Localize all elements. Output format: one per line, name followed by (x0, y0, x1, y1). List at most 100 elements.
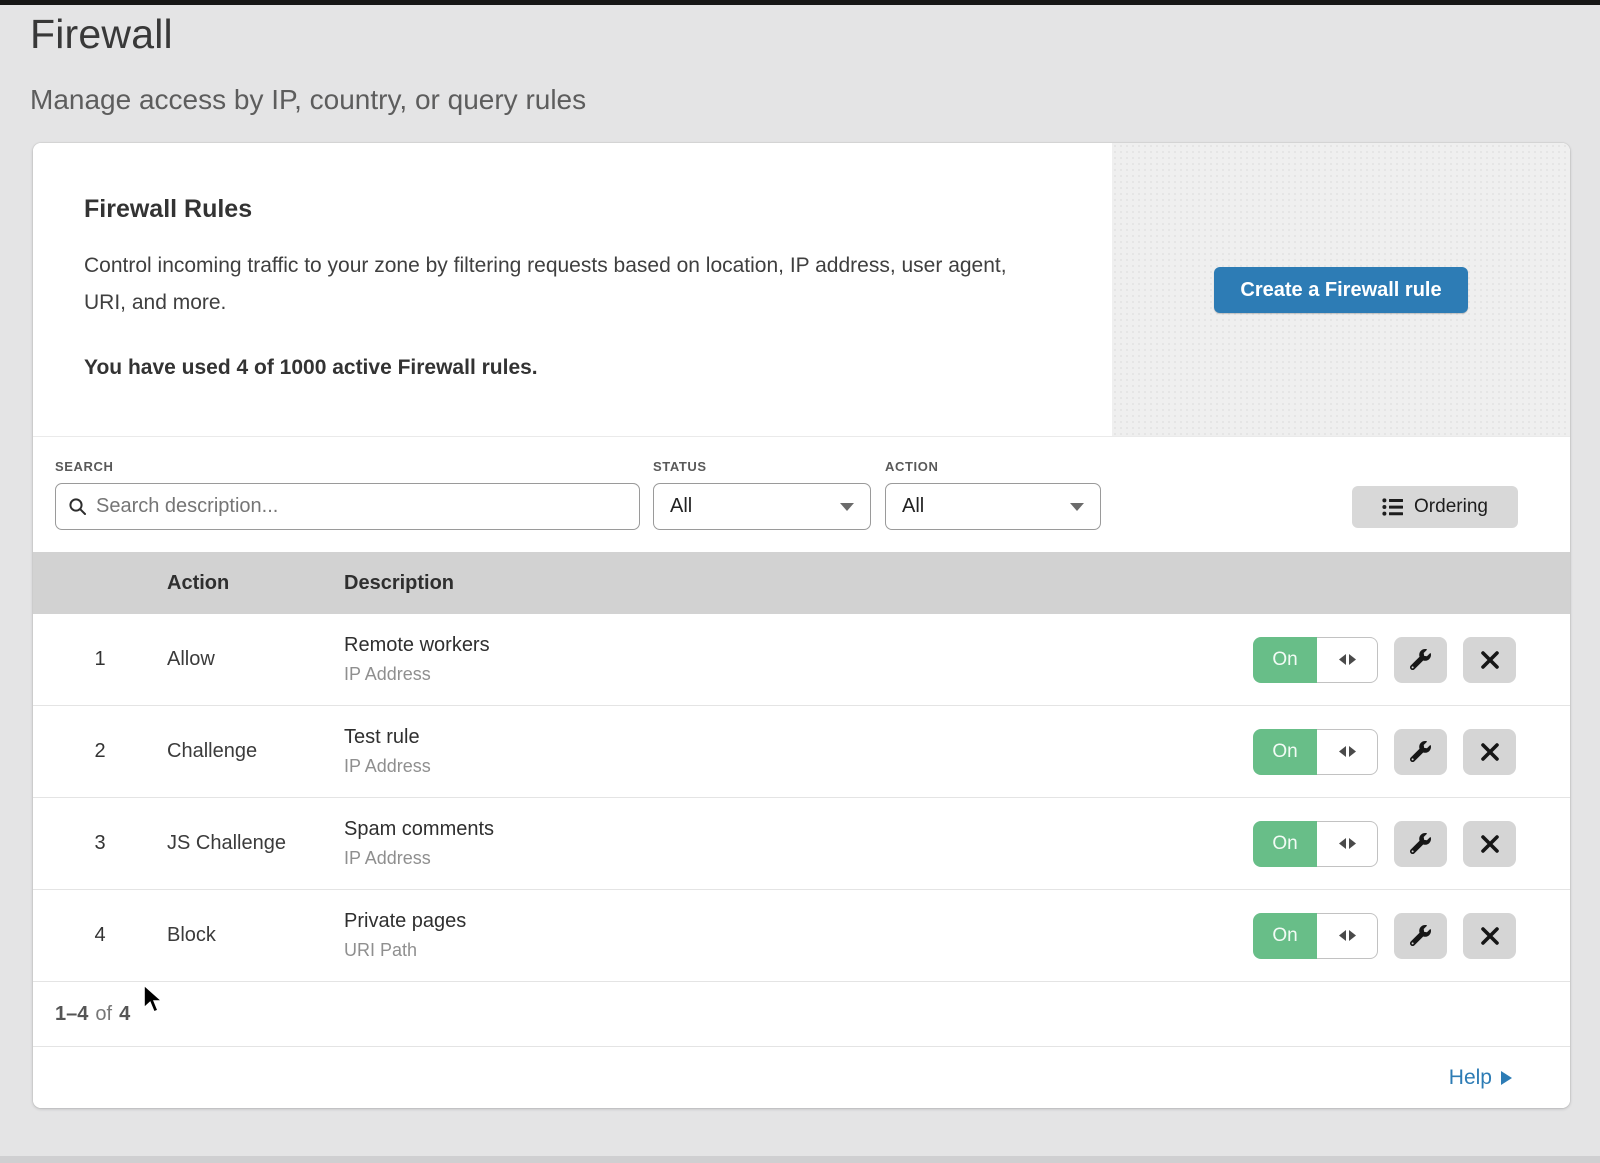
help-link-label: Help (1449, 1066, 1492, 1090)
table-row: 1 Allow Remote workers IP Address On (33, 614, 1570, 706)
toggle-arrows-icon (1339, 930, 1356, 941)
list-icon (1382, 497, 1404, 517)
search-filter-group: SEARCH (55, 459, 640, 530)
rule-action: Block (167, 924, 344, 947)
rule-enabled-toggle[interactable]: On (1253, 637, 1378, 683)
arrow-right-icon (1501, 1071, 1512, 1085)
edit-rule-button[interactable] (1394, 637, 1447, 683)
toggle-arrows-icon (1339, 654, 1356, 665)
create-firewall-rule-button[interactable]: Create a Firewall rule (1214, 267, 1467, 313)
help-link[interactable]: Help (1449, 1066, 1512, 1090)
hero-section: Firewall Rules Control incoming traffic … (33, 143, 1570, 437)
action-column-header: Action (167, 572, 344, 595)
status-select[interactable]: All (653, 483, 871, 530)
rule-description-cell: Remote workers IP Address (344, 634, 1253, 685)
delete-rule-button[interactable] (1463, 637, 1516, 683)
rule-enabled-toggle[interactable]: On (1253, 821, 1378, 867)
toggle-arrows-icon (1339, 746, 1356, 757)
delete-rule-button[interactable] (1463, 913, 1516, 959)
wrench-icon (1410, 649, 1431, 670)
status-select-value: All (670, 495, 692, 518)
toggle-on-label: On (1253, 821, 1317, 867)
toggle-knob (1317, 729, 1378, 775)
table-row: 2 Challenge Test rule IP Address On (33, 706, 1570, 798)
firewall-rules-card: Firewall Rules Control incoming traffic … (33, 143, 1570, 1108)
description-column-header: Description (344, 572, 1570, 595)
action-filter-group: ACTION All (871, 459, 1101, 530)
ordering-button-label: Ordering (1414, 496, 1488, 518)
toggle-on-label: On (1253, 637, 1317, 683)
rule-controls: On (1253, 729, 1516, 775)
status-filter-group: STATUS All (640, 459, 871, 530)
toggle-on-label: On (1253, 913, 1317, 959)
pagination-bar: 1–4 of 4 (33, 982, 1570, 1046)
hero-text-panel: Firewall Rules Control incoming traffic … (33, 143, 1112, 436)
action-select[interactable]: All (885, 483, 1101, 530)
rule-action: JS Challenge (167, 832, 344, 855)
close-icon (1481, 651, 1499, 669)
chevron-down-icon (1070, 503, 1084, 511)
rule-description-cell: Private pages URI Path (344, 910, 1253, 961)
filters-bar: SEARCH STATUS All ACTION All (33, 437, 1570, 552)
rule-description-cell: Spam comments IP Address (344, 818, 1253, 869)
rule-description: Private pages (344, 910, 1253, 933)
rule-match-type: URI Path (344, 940, 1253, 961)
edit-rule-button[interactable] (1394, 821, 1447, 867)
close-icon (1481, 743, 1499, 761)
rule-action: Allow (167, 648, 344, 671)
rule-enabled-toggle[interactable]: On (1253, 729, 1378, 775)
toggle-knob (1317, 821, 1378, 867)
wrench-icon (1410, 741, 1431, 762)
rule-controls: On (1253, 821, 1516, 867)
pagination-total: 4 (119, 1003, 130, 1026)
hero-action-panel: Create a Firewall rule (1112, 143, 1570, 436)
search-label: SEARCH (55, 459, 640, 474)
toggle-knob (1317, 637, 1378, 683)
table-row: 4 Block Private pages URI Path On (33, 890, 1570, 982)
toggle-knob (1317, 913, 1378, 959)
rule-controls: On (1253, 637, 1516, 683)
rule-enabled-toggle[interactable]: On (1253, 913, 1378, 959)
help-bar: Help (33, 1046, 1570, 1108)
rule-controls: On (1253, 913, 1516, 959)
wrench-icon (1410, 925, 1431, 946)
pagination-range: 1–4 (55, 1003, 88, 1026)
delete-rule-button[interactable] (1463, 729, 1516, 775)
status-label: STATUS (653, 459, 871, 474)
page-title: Firewall (30, 11, 1570, 58)
close-icon (1481, 927, 1499, 945)
rule-match-type: IP Address (344, 756, 1253, 777)
rule-match-type: IP Address (344, 848, 1253, 869)
rule-priority-number: 3 (33, 832, 167, 855)
table-row: 3 JS Challenge Spam comments IP Address … (33, 798, 1570, 890)
chevron-down-icon (840, 503, 854, 511)
edit-rule-button[interactable] (1394, 729, 1447, 775)
page-header: Firewall Manage access by IP, country, o… (0, 5, 1600, 116)
hero-title: Firewall Rules (84, 195, 1052, 224)
edit-rule-button[interactable] (1394, 913, 1447, 959)
search-box[interactable] (55, 483, 640, 530)
rule-description-cell: Test rule IP Address (344, 726, 1253, 777)
rule-priority-number: 1 (33, 648, 167, 671)
close-icon (1481, 835, 1499, 853)
rule-description: Spam comments (344, 818, 1253, 841)
toggle-arrows-icon (1339, 838, 1356, 849)
search-input[interactable] (96, 495, 627, 518)
action-select-value: All (902, 495, 924, 518)
usage-summary: You have used 4 of 1000 active Firewall … (84, 356, 1052, 380)
rule-action: Challenge (167, 740, 344, 763)
wrench-icon (1410, 833, 1431, 854)
rule-priority-number: 4 (33, 924, 167, 947)
rule-description: Test rule (344, 726, 1253, 749)
ordering-button[interactable]: Ordering (1352, 486, 1518, 528)
delete-rule-button[interactable] (1463, 821, 1516, 867)
rules-table-body: 1 Allow Remote workers IP Address On (33, 614, 1570, 982)
table-header: Action Description (33, 552, 1570, 614)
rule-match-type: IP Address (344, 664, 1253, 685)
search-icon (68, 497, 87, 516)
window-bottom-edge (0, 1156, 1600, 1163)
pagination-separator: of (95, 1003, 112, 1026)
toggle-on-label: On (1253, 729, 1317, 775)
rule-priority-number: 2 (33, 740, 167, 763)
page-subtitle: Manage access by IP, country, or query r… (30, 84, 1570, 116)
